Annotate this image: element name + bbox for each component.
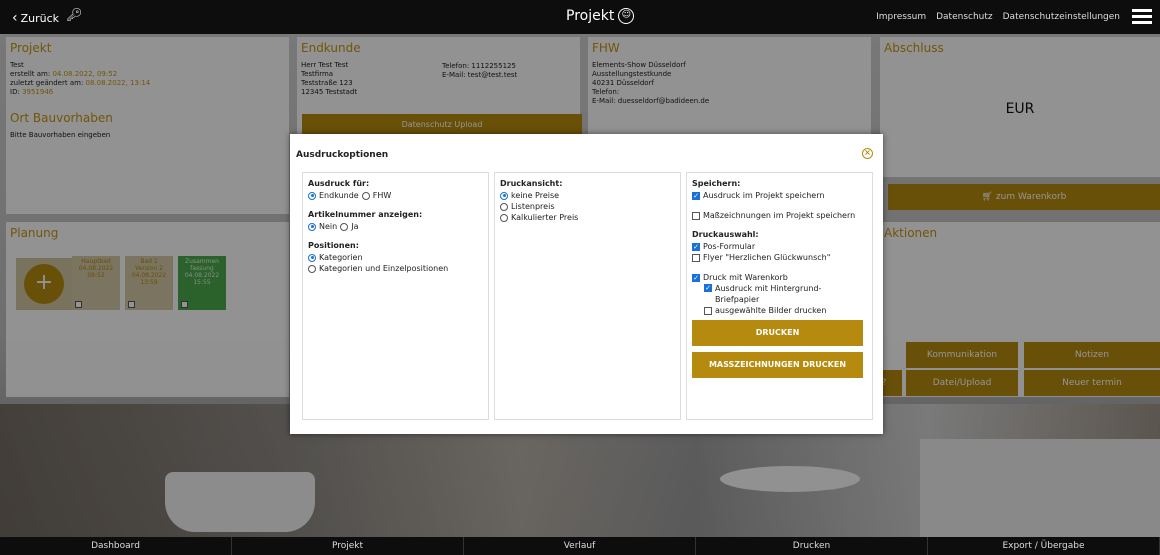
options-column-2: Druckansicht: keine Preise Listenpreis K… (494, 172, 681, 420)
druckansicht-group: Druckansicht: keine Preise Listenpreis K… (500, 179, 675, 223)
radio-kategorien-einzel-label: Kategorien und Einzelpositionen (319, 264, 449, 273)
radio-kalkulierter-preis[interactable] (500, 213, 508, 222)
druckansicht-option-3: Kalkulierter Preis (500, 212, 675, 223)
checkbox-ausdruck-speichern[interactable]: ✓ (692, 191, 700, 200)
radio-listenpreis-label: Listenpreis (511, 202, 555, 211)
bottom-nav: Dashboard Projekt Verlauf Drucken Export… (0, 537, 1160, 555)
checkbox-hintergrund-briefpapier[interactable]: ✓ (704, 284, 712, 292)
radio-ja[interactable] (340, 222, 349, 231)
nav-verlauf[interactable]: Verlauf (464, 537, 696, 555)
radio-ja-label: Ja (351, 222, 359, 231)
checkbox-ausdruck-speichern-label: Ausdruck im Projekt speichern (703, 191, 825, 200)
link-datenschutzeinstellungen[interactable]: Datenschutzeinstellungen (1003, 12, 1120, 22)
checkbox-pos-formular-label: Pos-Formular (703, 242, 756, 251)
page-title: Projekt ☺ (566, 8, 635, 24)
checkbox-pos-formular[interactable]: ✓ (692, 242, 700, 251)
druckauswahl-warenkorb: ✓ Druck mit Warenkorb (692, 272, 867, 283)
close-icon[interactable]: × (862, 148, 873, 159)
druckansicht-label: Druckansicht: (500, 179, 563, 188)
positionen-option-2: Kategorien und Einzelpositionen (308, 263, 483, 274)
drucken-button[interactable]: DRUCKEN (692, 320, 863, 346)
artikelnummer-label: Artikelnummer anzeigen: (308, 210, 423, 219)
checkbox-druck-warenkorb-label: Druck mit Warenkorb (703, 273, 788, 282)
radio-fhw-label: FHW (372, 191, 392, 200)
back-button[interactable]: ‹ Zurück (12, 10, 59, 26)
druckauswahl-label: Druckauswahl: (692, 230, 759, 239)
radio-kalkulierter-preis-label: Kalkulierter Preis (511, 213, 579, 222)
options-column-3: Speichern: ✓ Ausdruck im Projekt speiche… (686, 172, 873, 420)
checkbox-bilder-drucken-label: ausgewählte Bilder drucken (715, 306, 827, 315)
positionen-option-1: Kategorien (308, 252, 483, 263)
options-column-1: Ausdruck für: Endkunde FHW Artikelnummer… (302, 172, 489, 420)
speichern-option-2: Maßzeichnungen im Projekt speichern (692, 210, 867, 221)
nav-dashboard[interactable]: Dashboard (0, 537, 232, 555)
nav-export[interactable]: Export / Übergabe (928, 537, 1160, 555)
checkbox-masszeichnungen-speichern-label: Maßzeichnungen im Projekt speichern (703, 211, 856, 220)
top-links: Impressum Datenschutz Datenschutzeinstel… (876, 12, 1120, 22)
ausdruckoptionen-modal: Ausdruckoptionen × Ausdruck für: Endkund… (290, 134, 883, 434)
checkbox-bilder-drucken[interactable] (704, 306, 712, 315)
speichern-option-1: ✓ Ausdruck im Projekt speichern (692, 190, 867, 201)
druckauswahl-bilder: ausgewählte Bilder drucken (692, 305, 867, 316)
radio-fhw[interactable] (361, 191, 370, 200)
radio-kategorien[interactable] (308, 253, 316, 262)
key-icon[interactable]: 🔑︎ (66, 8, 83, 23)
speichern-label: Speichern: (692, 179, 741, 188)
radio-kategorien-label: Kategorien (319, 253, 363, 262)
top-bar: ‹ Zurück 🔑︎ Projekt ☺ Impressum Datensch… (0, 0, 1160, 34)
nav-projekt[interactable]: Projekt (232, 537, 464, 555)
logo-icon: ☺ (618, 8, 635, 24)
positionen-group: Positionen: Kategorien Kategorien und Ei… (308, 241, 483, 274)
hamburger-menu-icon[interactable] (1132, 9, 1152, 25)
nav-drucken[interactable]: Drucken (696, 537, 928, 555)
checkbox-masszeichnungen-speichern[interactable] (692, 211, 700, 220)
ausdruck-fuer-group: Ausdruck für: Endkunde FHW (308, 179, 483, 201)
artikelnummer-options: Nein Ja (308, 221, 483, 232)
checkbox-flyer-label: Flyer "Herzlichen Glückwunsch" (703, 253, 831, 262)
chevron-left-icon: ‹ (12, 10, 18, 26)
positionen-label: Positionen: (308, 241, 359, 250)
modal-title: Ausdruckoptionen (296, 150, 389, 160)
speichern-group: Speichern: ✓ Ausdruck im Projekt speiche… (692, 179, 867, 221)
druckansicht-option-2: Listenpreis (500, 201, 675, 212)
radio-endkunde-label: Endkunde (319, 191, 359, 200)
druckauswahl-flyer: Flyer "Herzlichen Glückwunsch" (692, 252, 867, 263)
checkbox-hintergrund-briefpapier-label: Ausdruck mit Hintergrund-Briefpapier (715, 284, 822, 304)
druckansicht-option-1: keine Preise (500, 190, 675, 201)
page-title-text: Projekt (566, 8, 615, 24)
artikelnummer-group: Artikelnummer anzeigen: Nein Ja (308, 210, 483, 232)
radio-keine-preise[interactable] (500, 191, 508, 200)
checkbox-flyer[interactable] (692, 253, 700, 262)
radio-endkunde[interactable] (308, 191, 316, 200)
checkbox-druck-warenkorb[interactable]: ✓ (692, 273, 700, 282)
ausdruck-fuer-options: Endkunde FHW (308, 190, 483, 201)
radio-nein-label: Nein (319, 222, 338, 231)
link-impressum[interactable]: Impressum (876, 12, 926, 22)
link-datenschutz[interactable]: Datenschutz (936, 12, 993, 22)
druckauswahl-hintergrund: ✓ Ausdruck mit Hintergrund-Briefpapier (692, 283, 867, 305)
druckauswahl-pos: ✓ Pos-Formular (692, 241, 867, 252)
back-label: Zurück (20, 11, 60, 25)
radio-listenpreis[interactable] (500, 202, 508, 211)
radio-nein[interactable] (308, 222, 316, 231)
radio-kategorien-einzel[interactable] (308, 264, 316, 273)
radio-keine-preise-label: keine Preise (511, 191, 560, 200)
ausdruck-fuer-label: Ausdruck für: (308, 179, 370, 188)
masszeichnungen-drucken-button[interactable]: MASSZEICHNUNGEN DRUCKEN (692, 352, 863, 378)
druckauswahl-group: Druckauswahl: ✓ Pos-Formular Flyer "Herz… (692, 230, 867, 316)
